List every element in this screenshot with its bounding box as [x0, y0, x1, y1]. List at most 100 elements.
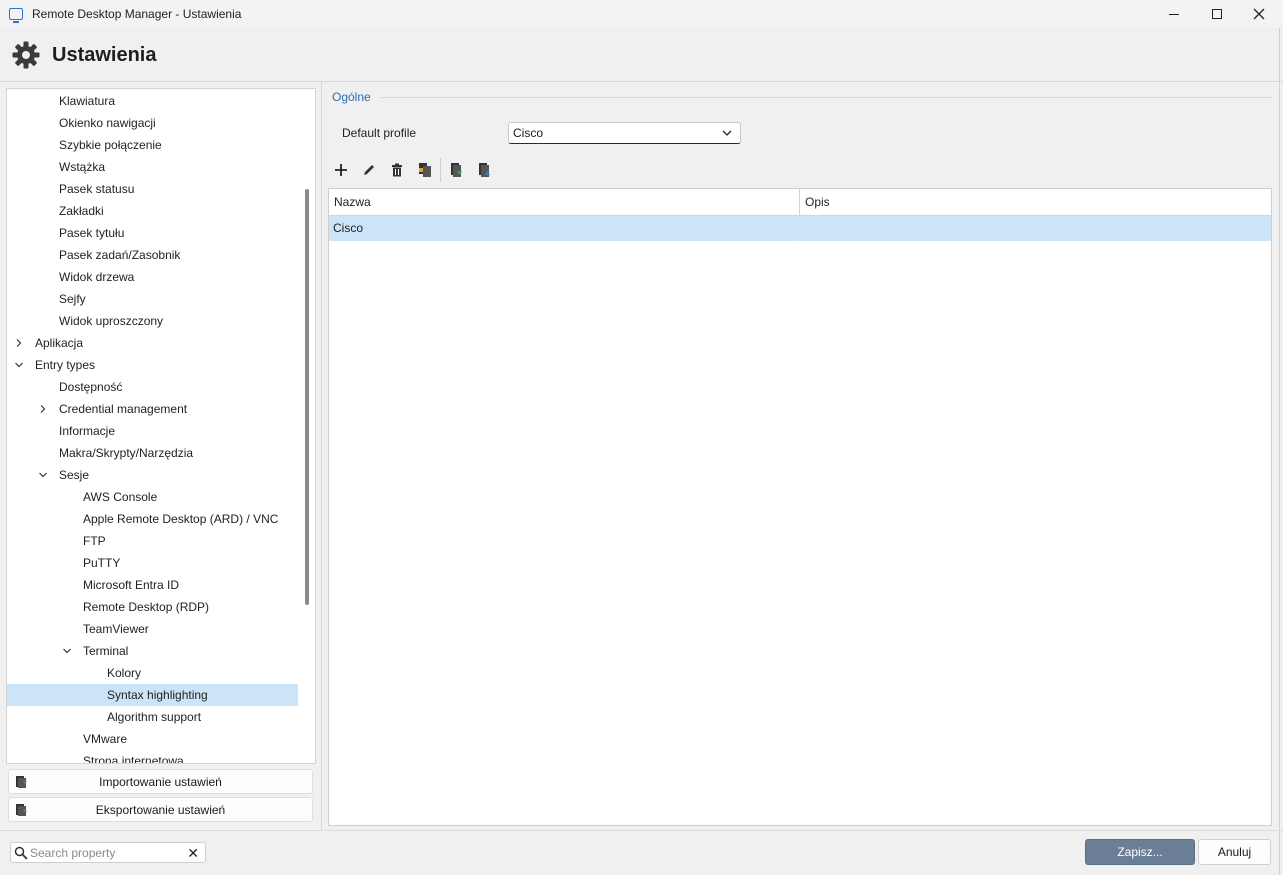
add-button[interactable]: [330, 159, 352, 181]
delete-button[interactable]: [386, 159, 408, 181]
tree-item[interactable]: Terminal: [7, 640, 298, 662]
close-icon: [1253, 8, 1265, 20]
tree-item[interactable]: Sejfy: [7, 288, 298, 310]
import-settings-icon: [16, 776, 27, 788]
tree-item-label: Aplikacja: [35, 336, 84, 350]
tree-item[interactable]: Strona internetowa: [7, 750, 298, 764]
table-row[interactable]: Cisco: [329, 216, 1271, 241]
tree-item[interactable]: AWS Console: [7, 486, 298, 508]
tree-item-label: FTP: [83, 534, 106, 548]
tree-item-label: Widok drzewa: [59, 270, 135, 284]
tree-item[interactable]: Sesje: [7, 464, 298, 486]
search-property-box[interactable]: ✕: [10, 842, 206, 863]
column-header-name[interactable]: Nazwa: [329, 189, 800, 216]
search-icon: [14, 846, 28, 860]
tree-item[interactable]: Zakładki: [7, 200, 298, 222]
copy-icon: [419, 163, 431, 177]
tree-item[interactable]: Aplikacja: [7, 332, 298, 354]
tree-item[interactable]: Remote Desktop (RDP): [7, 596, 298, 618]
tree-item-label: Klawiatura: [59, 94, 116, 108]
import-button[interactable]: [445, 159, 467, 181]
export-button[interactable]: [473, 159, 495, 181]
chevron-right-icon[interactable]: [13, 332, 25, 354]
settings-tree[interactable]: Strona internetowa VMware Algorithm suppor…: [6, 88, 316, 764]
cancel-button[interactable]: Anuluj: [1198, 839, 1271, 865]
tree-item-label: Credential management: [59, 402, 188, 416]
maximize-button[interactable]: [1196, 0, 1238, 28]
tree-item[interactable]: Okienko nawigacji: [7, 112, 298, 134]
tree-item-label: Remote Desktop (RDP): [83, 600, 210, 614]
window-titlebar: Remote Desktop Manager - Ustawienia: [0, 0, 1283, 28]
tree-item-label: Dostępność: [59, 380, 123, 394]
tree-item[interactable]: Pasek zadań/Zasobnik: [7, 244, 298, 266]
chevron-right-icon[interactable]: [37, 398, 49, 420]
tree-item-label: Microsoft Entra ID: [83, 578, 180, 592]
tree-item-label: Syntax highlighting: [107, 688, 208, 702]
column-header-description[interactable]: Opis: [800, 189, 1271, 216]
tree-item[interactable]: Makra/Skrypty/Narzędzia: [7, 442, 298, 464]
tree-item[interactable]: Szybkie połączenie: [7, 134, 298, 156]
chevron-down-icon[interactable]: [37, 464, 49, 486]
panel-divider: [321, 82, 322, 830]
tree-item-label: Pasek zadań/Zasobnik: [59, 248, 181, 262]
default-profile-select[interactable]: Cisco: [508, 122, 741, 144]
search-input[interactable]: [30, 845, 180, 861]
tree-item[interactable]: Algorithm support: [7, 706, 298, 728]
tree-item-label: Informacje: [59, 424, 116, 438]
tree-item-label: Szybkie połączenie: [59, 138, 162, 152]
tree-item[interactable]: Apple Remote Desktop (ARD) / VNC: [7, 508, 298, 530]
tree-item[interactable]: TeamViewer: [7, 618, 298, 640]
tree-item[interactable]: Kolory: [7, 662, 298, 684]
tree-item[interactable]: Informacje: [7, 420, 298, 442]
default-profile-value: Cisco: [513, 126, 544, 140]
tree-item-label: Apple Remote Desktop (ARD) / VNC: [83, 512, 279, 526]
tree-item-label: AWS Console: [83, 490, 158, 504]
tree-item[interactable]: Wstążka: [7, 156, 298, 178]
profiles-table[interactable]: Nazwa Opis Cisco: [328, 188, 1272, 826]
page-header: Ustawienia: [0, 28, 1283, 82]
clear-search-icon[interactable]: ✕: [187, 844, 199, 862]
minimize-button[interactable]: [1153, 0, 1195, 28]
tree-item[interactable]: Pasek statusu: [7, 178, 298, 200]
edit-button[interactable]: [358, 159, 380, 181]
tree-item-label: Kolory: [107, 666, 142, 680]
tree-item-label: Terminal: [83, 644, 129, 658]
tree-item[interactable]: Entry types: [7, 354, 298, 376]
export-icon: [479, 163, 490, 177]
tree-item[interactable]: VMware: [7, 728, 298, 750]
group-title: Ogólne: [332, 90, 371, 104]
tree-scrollbar[interactable]: [305, 189, 309, 605]
tree-item-label: Zakładki: [59, 204, 104, 218]
tree-item[interactable]: Syntax highlighting: [7, 684, 298, 706]
tree-item[interactable]: Widok drzewa: [7, 266, 298, 288]
chevron-down-icon[interactable]: [13, 354, 25, 376]
chevron-down-icon[interactable]: [61, 640, 73, 662]
tree-item[interactable]: Widok uproszczony: [7, 310, 298, 332]
tree-item-label: Entry types: [35, 358, 96, 372]
footer-divider: [0, 830, 1283, 831]
tree-item[interactable]: FTP: [7, 530, 298, 552]
save-button[interactable]: Zapisz...: [1085, 839, 1195, 865]
tree-item[interactable]: Pasek tytułu: [7, 222, 298, 244]
tree-item[interactable]: Klawiatura: [7, 90, 298, 112]
tree-item-label: Algorithm support: [107, 710, 202, 724]
tree-item[interactable]: PuTTY: [7, 552, 298, 574]
tree-item-label: TeamViewer: [83, 622, 149, 636]
tree-item-label: Makra/Skrypty/Narzędzia: [59, 446, 194, 460]
tree-item-label: VMware: [83, 732, 128, 746]
copy-button[interactable]: [414, 159, 436, 181]
cell-name: Cisco: [329, 216, 800, 241]
cell-description: [800, 216, 1271, 241]
tree-item[interactable]: Microsoft Entra ID: [7, 574, 298, 596]
window-right-edge: [1279, 28, 1280, 875]
group-divider: [380, 97, 1272, 98]
import-settings-button[interactable]: Importowanie ustawień: [8, 769, 313, 794]
tree-item[interactable]: Credential management: [7, 398, 298, 420]
close-button[interactable]: [1238, 0, 1280, 28]
gear-icon: [12, 41, 40, 69]
add-icon: [335, 164, 347, 176]
export-settings-button[interactable]: Eksportowanie ustawień: [8, 797, 313, 822]
edit-icon: [364, 165, 374, 175]
tree-item-label: Strona internetowa: [83, 754, 184, 764]
tree-item[interactable]: Dostępność: [7, 376, 298, 398]
